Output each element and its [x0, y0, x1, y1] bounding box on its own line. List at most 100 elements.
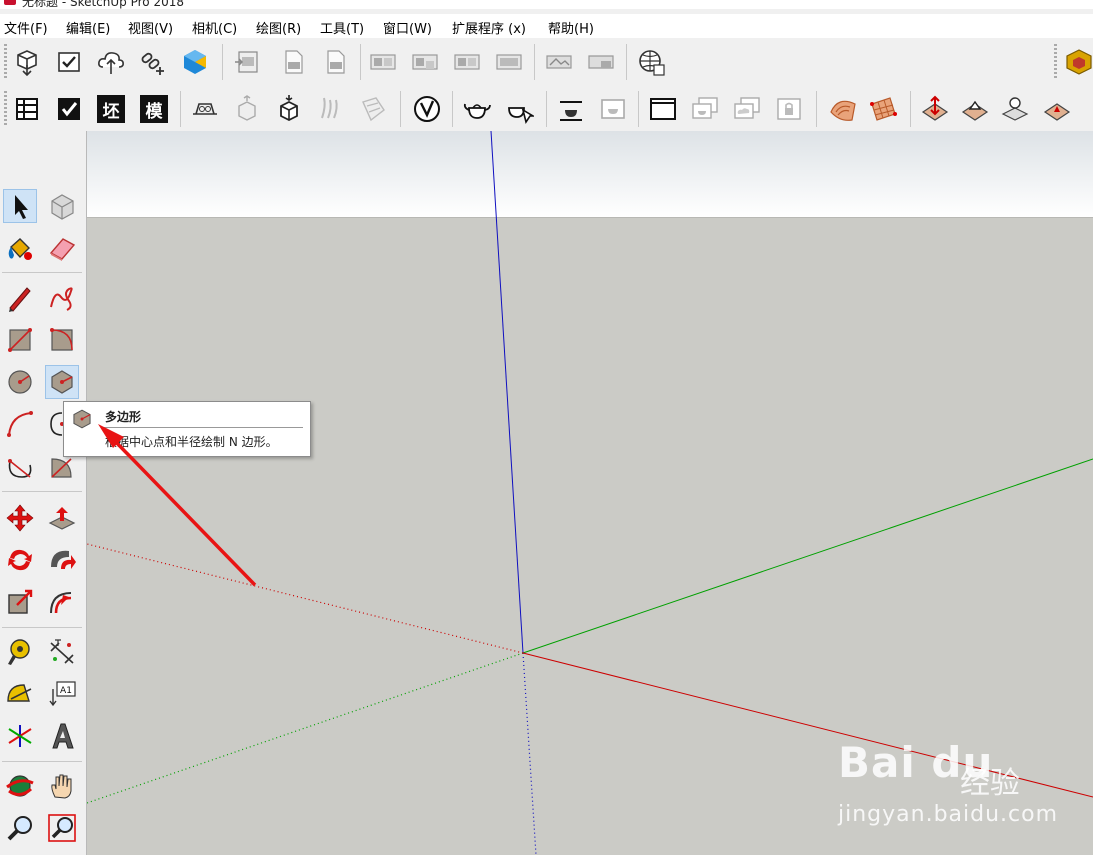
- scene-tool-3-icon[interactable]: [450, 45, 484, 79]
- freehand-icon[interactable]: [45, 281, 79, 315]
- toolbar-grip[interactable]: [1054, 44, 1057, 80]
- axes-icon[interactable]: [3, 719, 37, 753]
- dimension-icon[interactable]: [45, 635, 79, 669]
- menu-extensions[interactable]: 扩展程序 (x): [452, 18, 526, 37]
- upload-cloud-icon[interactable]: [94, 45, 128, 79]
- box-up-icon[interactable]: [230, 92, 264, 126]
- rectangle-icon[interactable]: [3, 323, 37, 357]
- move-icon[interactable]: [3, 501, 37, 535]
- tooltip-description: 根据中心点和半径绘制 N 边形。: [105, 435, 278, 449]
- frame-buffer-icon[interactable]: [596, 92, 630, 126]
- checkmark-icon[interactable]: [52, 92, 86, 126]
- panorama-tool-1-icon[interactable]: [542, 45, 576, 79]
- tooltip-divider: [103, 427, 303, 428]
- 3d-warehouse-icon[interactable]: [10, 45, 44, 79]
- polygon-icon[interactable]: [45, 365, 79, 399]
- left-toolbar: A1: [0, 131, 87, 855]
- blue-axis-positive: [490, 131, 524, 654]
- trimble-connect-icon[interactable]: [178, 45, 212, 79]
- box-down-icon[interactable]: [272, 92, 306, 126]
- vray-icon[interactable]: [410, 92, 444, 126]
- section-plane-icon[interactable]: [188, 92, 222, 126]
- menu-draw[interactable]: 绘图(R): [256, 18, 301, 37]
- menu-file[interactable]: 文件(F): [4, 18, 48, 37]
- zoom-icon[interactable]: [3, 811, 37, 845]
- text-label-icon[interactable]: A1: [45, 677, 79, 711]
- rotated-rectangle-icon[interactable]: [45, 323, 79, 357]
- scene-tool-1-icon[interactable]: [366, 45, 400, 79]
- cloud-render-icon[interactable]: [730, 92, 764, 126]
- menu-edit[interactable]: 编辑(E): [66, 18, 110, 37]
- select-tool-icon[interactable]: [3, 189, 37, 223]
- line-pencil-icon[interactable]: [3, 281, 37, 315]
- baidu-url-text: jingyan.baidu.com: [838, 802, 1059, 827]
- toolbar-grip[interactable]: [4, 91, 7, 127]
- orbit-icon[interactable]: [3, 769, 37, 803]
- protractor-icon[interactable]: [3, 677, 37, 711]
- render-frame-icon[interactable]: [554, 92, 588, 126]
- check-model-icon[interactable]: [52, 45, 86, 79]
- add-detail-icon[interactable]: [1040, 92, 1074, 126]
- sandbox-from-contours-icon[interactable]: [826, 92, 860, 126]
- three-point-arc-icon[interactable]: [3, 449, 37, 483]
- import-image-icon[interactable]: [230, 45, 264, 79]
- smoove-terrain-icon[interactable]: [918, 92, 952, 126]
- arc-icon[interactable]: [3, 407, 37, 441]
- extension-warehouse-icon[interactable]: [1062, 45, 1093, 79]
- menu-camera[interactable]: 相机(C): [192, 18, 237, 37]
- circle-icon[interactable]: [3, 365, 37, 399]
- grid-table-icon[interactable]: [10, 92, 44, 126]
- text-button-pi[interactable]: 坯: [97, 95, 125, 123]
- toolbar-separator: [626, 44, 627, 80]
- toolbar-separator: [638, 91, 639, 127]
- toolbar-grip[interactable]: [4, 44, 7, 80]
- geo-location-icon[interactable]: [634, 45, 668, 79]
- menu-tools[interactable]: 工具(T): [320, 18, 364, 37]
- menu-window[interactable]: 窗口(W): [383, 18, 432, 37]
- scene-tool-2-icon[interactable]: [408, 45, 442, 79]
- paint-bucket-icon[interactable]: [3, 231, 37, 265]
- follow-me-icon[interactable]: [45, 543, 79, 577]
- offset-icon[interactable]: [45, 585, 79, 619]
- green-axis-positive: [522, 458, 1093, 654]
- toolbar-separator: [360, 44, 361, 80]
- tape-measure-icon[interactable]: [3, 635, 37, 669]
- drawing-viewport[interactable]: Bai du 经验 jingyan.baidu.com: [87, 131, 1093, 855]
- baidu-jingyan-text: 经验: [960, 766, 1020, 801]
- toolbar-separator: [2, 627, 82, 628]
- rotate-icon[interactable]: [3, 543, 37, 577]
- scene-tool-4-icon[interactable]: [492, 45, 526, 79]
- link-add-icon[interactable]: [136, 45, 170, 79]
- pan-hand-icon[interactable]: [45, 769, 79, 803]
- interactive-render-icon[interactable]: [502, 92, 536, 126]
- panorama-tool-2-icon[interactable]: [584, 45, 618, 79]
- export-web-icon[interactable]: [318, 45, 352, 79]
- export-exe-icon[interactable]: [276, 45, 310, 79]
- eraser-icon[interactable]: [45, 231, 79, 265]
- 3d-text-icon[interactable]: [45, 719, 79, 753]
- zoom-window-icon[interactable]: [45, 811, 79, 845]
- window-title: 无标题 - SketchUp Pro 2018: [22, 0, 184, 9]
- sandbox-from-scratch-icon[interactable]: [866, 92, 900, 126]
- smoove-icon[interactable]: [314, 92, 348, 126]
- text-button-mo[interactable]: 模: [140, 95, 168, 123]
- menu-bar: 文件(F) 编辑(E) 视图(V) 相机(C) 绘图(R) 工具(T) 窗口(W…: [0, 14, 1093, 38]
- toolbar-separator: [2, 272, 82, 273]
- stamp-terrain-icon[interactable]: [958, 92, 992, 126]
- polygon-tooltip: 多边形 根据中心点和半径绘制 N 边形。: [63, 401, 311, 457]
- scale-icon[interactable]: [3, 585, 37, 619]
- menu-help[interactable]: 帮助(H): [548, 18, 594, 37]
- drape-icon[interactable]: [356, 92, 390, 126]
- drape-terrain-icon[interactable]: [998, 92, 1032, 126]
- teapot-render-icon[interactable]: [460, 92, 494, 126]
- window-frame-icon[interactable]: [646, 92, 680, 126]
- batch-render-icon[interactable]: [688, 92, 722, 126]
- toolbar-separator: [222, 44, 223, 80]
- toolbar-separator: [2, 761, 82, 762]
- toolbar-separator: [2, 491, 82, 492]
- lock-render-icon[interactable]: [772, 92, 806, 126]
- menu-view[interactable]: 视图(V): [128, 18, 173, 37]
- toolbar-row-2: 坯 模: [0, 87, 1093, 132]
- push-pull-icon[interactable]: [45, 501, 79, 535]
- make-component-icon[interactable]: [45, 189, 79, 223]
